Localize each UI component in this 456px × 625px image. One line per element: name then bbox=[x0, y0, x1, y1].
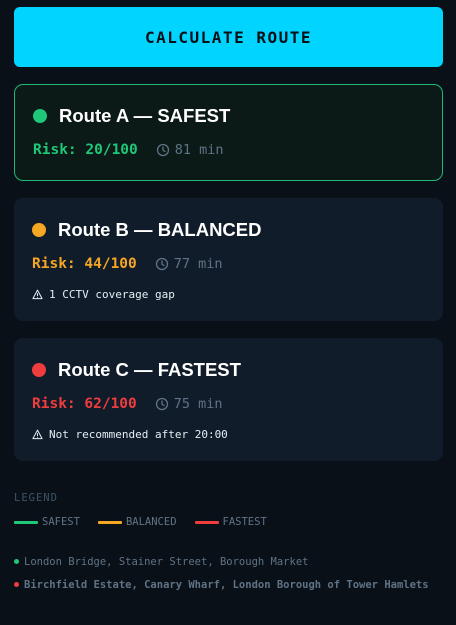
clock-icon bbox=[155, 397, 168, 411]
duration-text: 75 min bbox=[173, 396, 223, 412]
route-meta: Risk: 44/100 77 min bbox=[32, 256, 223, 272]
legend-swatch bbox=[14, 520, 38, 524]
route-title-text: Route A — SAFEST bbox=[59, 105, 231, 126]
calculate-route-button[interactable]: CALCULATE ROUTE bbox=[14, 7, 443, 67]
duration: 77 min bbox=[155, 256, 223, 272]
route-title-text: Route C — FASTEST bbox=[58, 359, 241, 380]
route-warning: Not recommended after 20:00 bbox=[32, 428, 228, 441]
clock-icon bbox=[156, 143, 169, 157]
route-title: Route C — FASTEST bbox=[32, 359, 241, 381]
clock-icon bbox=[155, 257, 168, 271]
route-card-b[interactable]: Route B — BALANCED Risk: 44/100 77 min 1… bbox=[14, 198, 443, 321]
warning-icon bbox=[32, 289, 43, 300]
legend-label: SAFEST bbox=[42, 516, 80, 528]
legend: SAFEST BALANCED FASTEST bbox=[14, 516, 285, 528]
risk-areas-text: Birchfield Estate, Canary Wharf, London … bbox=[24, 579, 429, 591]
legend-swatch bbox=[97, 520, 122, 524]
legend-swatch bbox=[194, 520, 219, 524]
legend-item-balanced: BALANCED bbox=[97, 516, 177, 528]
route-title: Route A — SAFEST bbox=[33, 105, 230, 127]
route-title-text: Route B — BALANCED bbox=[58, 219, 262, 240]
risk-score: Risk: 62/100 bbox=[32, 396, 137, 412]
duration: 75 min bbox=[155, 396, 223, 412]
status-dot bbox=[32, 363, 46, 377]
legend-label: FASTEST bbox=[222, 516, 267, 528]
safe-dot bbox=[14, 558, 19, 564]
legend-label: BALANCED bbox=[125, 516, 177, 528]
safe-areas-text: London Bridge, Stainer Street, Borough M… bbox=[24, 556, 309, 568]
warning-icon bbox=[32, 429, 43, 440]
duration-text: 77 min bbox=[173, 256, 223, 272]
route-warning: 1 CCTV coverage gap bbox=[32, 288, 175, 301]
legend-item-fastest: FASTEST bbox=[194, 516, 267, 528]
duration-text: 81 min bbox=[174, 142, 224, 158]
route-card-c[interactable]: Route C — FASTEST Risk: 62/100 75 min No… bbox=[14, 338, 443, 461]
status-dot bbox=[33, 109, 47, 123]
route-card-a[interactable]: Route A — SAFEST Risk: 20/100 81 min bbox=[14, 84, 443, 181]
legend-item-safest: SAFEST bbox=[14, 516, 80, 528]
risk-areas: Birchfield Estate, Canary Wharf, London … bbox=[14, 577, 434, 594]
legend-title: LEGEND bbox=[14, 492, 58, 504]
route-meta: Risk: 62/100 75 min bbox=[32, 396, 223, 412]
risk-dot bbox=[14, 581, 19, 587]
route-title: Route B — BALANCED bbox=[32, 219, 262, 241]
warning-text: 1 CCTV coverage gap bbox=[49, 288, 175, 301]
duration: 81 min bbox=[156, 142, 224, 158]
risk-score: Risk: 44/100 bbox=[32, 256, 137, 272]
warning-text: Not recommended after 20:00 bbox=[49, 428, 228, 441]
risk-score: Risk: 20/100 bbox=[33, 142, 138, 158]
route-meta: Risk: 20/100 81 min bbox=[33, 142, 224, 158]
status-dot bbox=[32, 223, 46, 237]
safe-areas: London Bridge, Stainer Street, Borough M… bbox=[14, 554, 434, 571]
